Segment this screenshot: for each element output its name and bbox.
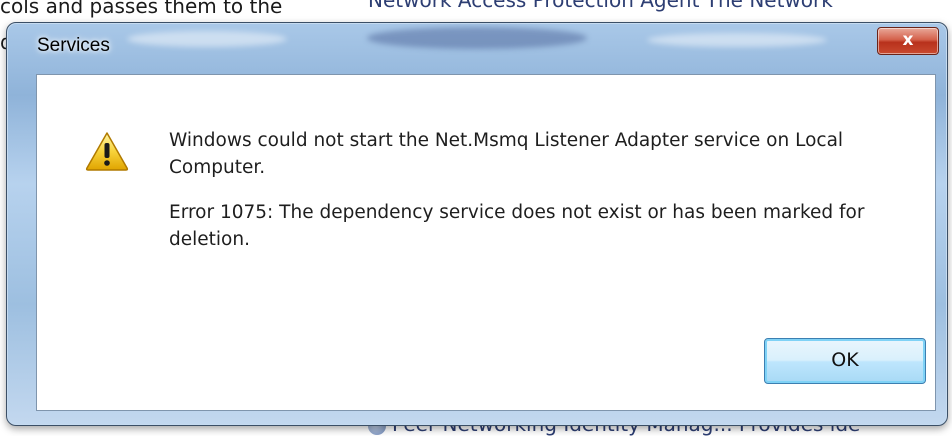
glass-reflection: [367, 27, 587, 49]
message-line-1: Windows could not start the Net.Msmq Lis…: [169, 130, 844, 178]
background-service-row: Network Access Protection Agent The Netw…: [368, 0, 833, 12]
dialog-title: Services: [37, 35, 110, 56]
message-line-2: Error 1075: The dependency service does …: [169, 202, 865, 250]
error-dialog: Services x Windows could not start the N…: [6, 22, 948, 426]
background-text-fragment: cols and passes them to the: [0, 0, 283, 18]
error-message: Windows could not start the Net.Msmq Lis…: [169, 127, 889, 271]
glass-reflection: [127, 31, 287, 47]
close-icon: x: [902, 30, 914, 50]
close-button[interactable]: x: [877, 27, 939, 55]
glass-reflection: [647, 33, 827, 47]
ok-button[interactable]: OK: [764, 338, 926, 384]
warning-icon: [85, 132, 129, 171]
dialog-body: Windows could not start the Net.Msmq Lis…: [36, 74, 936, 411]
